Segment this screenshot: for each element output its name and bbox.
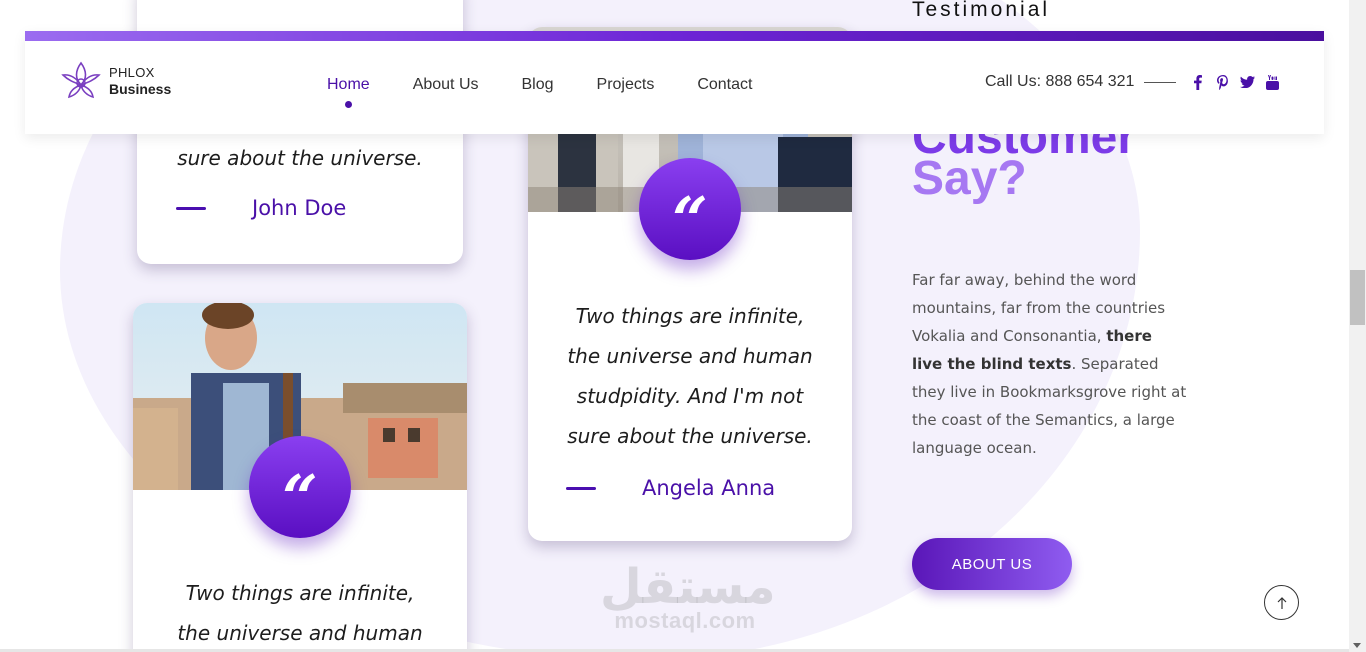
nav-home[interactable]: Home [327, 76, 370, 108]
nav-blog-label: Blog [521, 76, 554, 93]
card-3-quote-badge: “ [249, 436, 351, 538]
logo-top-text: PHLOX [109, 65, 155, 80]
lotus-logo-icon [61, 61, 101, 99]
logo[interactable]: PHLOX Business [59, 59, 171, 103]
card-2-author-row: Angela Anna [566, 476, 775, 500]
nav-home-label: Home [327, 76, 370, 93]
twitter-icon[interactable] [1240, 73, 1256, 91]
card-3-quote-line-2: the universe and human [177, 621, 423, 645]
nav-about-us[interactable]: About Us [413, 76, 479, 94]
nav-projects[interactable]: Projects [597, 76, 655, 94]
youtube-icon[interactable] [1265, 73, 1280, 91]
about-us-button[interactable]: ABOUT US [912, 538, 1072, 590]
header-contact: Call Us: 888 654 321 [985, 73, 1290, 91]
card-1-quote-end: sure about the universe. [177, 146, 423, 170]
card-2-quote: Two things are infinite, the universe an… [528, 296, 852, 456]
nav-blog[interactable]: Blog [522, 76, 554, 94]
logo-bottom-text: Business [109, 81, 172, 97]
back-to-top-button[interactable] [1264, 585, 1299, 620]
card-1-author-row: John Doe [176, 196, 346, 220]
scroll-down-arrow-icon[interactable] [1353, 643, 1361, 648]
pinterest-icon[interactable] [1215, 73, 1230, 91]
nav-contact[interactable]: Contact [697, 76, 752, 94]
card-3-quote-line-1: Two things are infinite, [185, 581, 415, 605]
social-links [1190, 73, 1290, 91]
facebook-icon[interactable] [1190, 73, 1205, 91]
section-label: Testimonial [912, 0, 1051, 21]
author-dash [176, 206, 206, 210]
card-2-quote-line-1: Two things are infinite, [575, 304, 805, 328]
call-us-text: Call Us: 888 654 321 [985, 73, 1135, 90]
card-3-quote: Two things are infinite, the universe an… [133, 573, 467, 652]
card-2-quote-badge: “ [639, 158, 741, 260]
card-2-quote-line-3: studpidity. And I'm not [576, 384, 804, 408]
author-dash [566, 486, 596, 490]
card-2-quote-line-2: the universe and human [567, 344, 813, 368]
main-nav: Home About Us Blog Projects Contact [327, 76, 795, 108]
site-header: PHLOX Business Home About Us Blog Projec… [25, 31, 1324, 134]
headline-line-2: Say? [912, 152, 1027, 205]
watermark-arabic: مستقل [600, 559, 776, 615]
watermark-latin: mostaql.com [614, 608, 756, 633]
arrow-up-icon [1277, 596, 1286, 609]
scrollbar-thumb[interactable] [1350, 270, 1365, 325]
nav-projects-label: Projects [596, 76, 655, 93]
nav-contact-label: Contact [697, 76, 753, 93]
quote-icon: “ [672, 183, 708, 256]
page: Two things are infinite, sure about the … [0, 0, 1366, 652]
card-2-author-name: Angela Anna [642, 476, 776, 500]
header-accent-strip [25, 31, 1324, 41]
nav-about-label: About Us [412, 76, 479, 93]
quote-icon: “ [282, 461, 318, 534]
card-1-author-name: John Doe [252, 196, 347, 220]
testimonial-card-3: “ Two things are infinite, the universe … [133, 303, 467, 652]
logo-text: PHLOX Business [109, 65, 171, 97]
divider-line [1144, 81, 1177, 83]
nav-active-dot [345, 101, 353, 108]
watermark: مستقل mostaql.com [600, 559, 776, 634]
section-description: Far far away, behind the word mountains,… [912, 266, 1187, 462]
page-scrollbar[interactable] [1349, 0, 1366, 652]
card-2-quote-line-4: sure about the universe. [567, 424, 813, 448]
